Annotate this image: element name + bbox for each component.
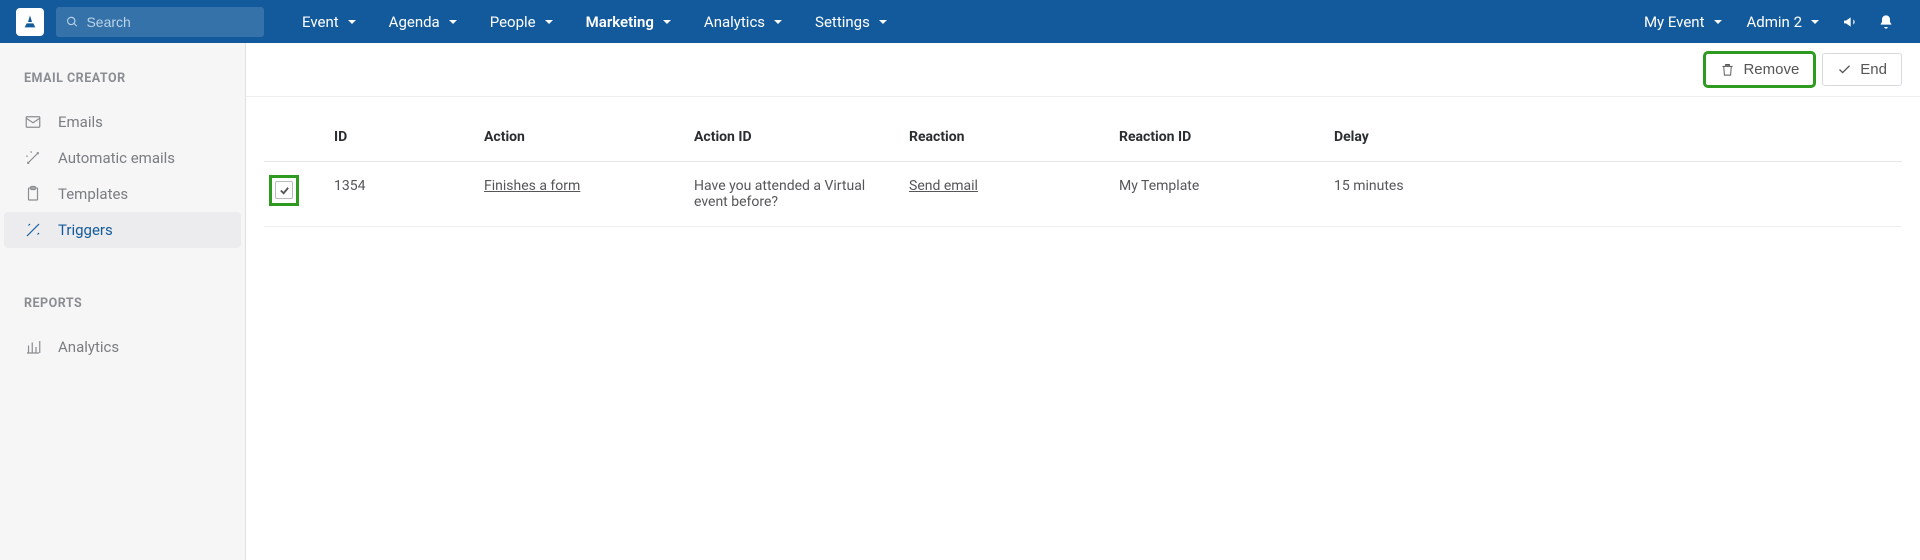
col-delay: Delay — [1324, 117, 1902, 162]
sidebar-item-templates[interactable]: Templates — [0, 176, 245, 212]
envelope-icon — [24, 113, 42, 131]
sidebar-item-emails[interactable]: Emails — [0, 104, 245, 140]
event-selector-label: My Event — [1644, 13, 1705, 31]
top-bar: Event Agenda People Marketing Analytics … — [0, 0, 1920, 43]
app-logo-icon — [22, 14, 38, 30]
nav-label: Analytics — [704, 13, 765, 31]
check-icon — [279, 185, 290, 196]
nav-settings[interactable]: Settings — [799, 0, 904, 43]
nav-marketing[interactable]: Marketing — [570, 0, 688, 43]
end-button[interactable]: End — [1822, 53, 1902, 86]
app-logo[interactable] — [16, 8, 44, 36]
chart-icon — [24, 338, 42, 356]
chevron-down-icon — [347, 13, 357, 31]
main-nav: Event Agenda People Marketing Analytics … — [286, 0, 904, 43]
button-label: Remove — [1743, 61, 1799, 78]
col-checkbox — [264, 117, 324, 162]
cell-action-link[interactable]: Finishes a form — [484, 178, 580, 194]
announcements-button[interactable] — [1832, 0, 1868, 43]
row-checkbox-highlight — [272, 178, 296, 203]
sidebar-section-title: REPORTS — [0, 296, 245, 329]
nav-label: Agenda — [389, 13, 440, 31]
search-icon — [66, 15, 78, 29]
nav-label: People — [490, 13, 536, 31]
col-reaction: Reaction — [899, 117, 1109, 162]
event-selector[interactable]: My Event — [1632, 0, 1735, 43]
nav-label: Settings — [815, 13, 870, 31]
layout: EMAIL CREATOR Emails Automatic emails Te… — [0, 43, 1920, 560]
col-reaction-id: Reaction ID — [1109, 117, 1324, 162]
action-bar: Remove End — [246, 43, 1920, 97]
cell-delay: 15 minutes — [1324, 162, 1902, 227]
cell-action-id: Have you attended a Virtual event before… — [684, 162, 899, 227]
sidebar-item-analytics[interactable]: Analytics — [0, 329, 245, 365]
chevron-down-icon — [773, 13, 783, 31]
chevron-down-icon — [662, 13, 672, 31]
nav-right: My Event Admin 2 — [1632, 0, 1904, 43]
chevron-down-icon — [544, 13, 554, 31]
magic-wand-icon — [24, 149, 42, 167]
nav-agenda[interactable]: Agenda — [373, 0, 474, 43]
cell-reaction-id: My Template — [1109, 162, 1324, 227]
table-header-row: ID Action Action ID Reaction Reaction ID… — [264, 117, 1902, 162]
row-checkbox[interactable] — [275, 181, 293, 199]
notifications-button[interactable] — [1868, 0, 1904, 43]
nav-analytics[interactable]: Analytics — [688, 0, 799, 43]
cell-id: 1354 — [324, 162, 474, 227]
col-action-id: Action ID — [684, 117, 899, 162]
sidebar-item-label: Triggers — [58, 221, 113, 239]
sidebar-item-automatic-emails[interactable]: Automatic emails — [0, 140, 245, 176]
cell-reaction-link[interactable]: Send email — [909, 178, 978, 194]
remove-button[interactable]: Remove — [1705, 53, 1814, 86]
search-input[interactable] — [86, 14, 254, 30]
col-action: Action — [474, 117, 684, 162]
chevron-down-icon — [448, 13, 458, 31]
check-icon — [1837, 62, 1852, 77]
nav-label: Marketing — [586, 13, 654, 31]
nav-people[interactable]: People — [474, 0, 570, 43]
user-menu[interactable]: Admin 2 — [1735, 0, 1832, 43]
table-wrap: ID Action Action ID Reaction Reaction ID… — [246, 97, 1920, 247]
sidebar-item-label: Automatic emails — [58, 149, 175, 167]
sidebar-item-label: Templates — [58, 185, 128, 203]
triggers-table: ID Action Action ID Reaction Reaction ID… — [264, 117, 1902, 227]
chevron-down-icon — [878, 13, 888, 31]
sidebar-item-label: Analytics — [58, 338, 119, 356]
clipboard-icon — [24, 185, 42, 203]
trash-icon — [1720, 62, 1735, 77]
sidebar: EMAIL CREATOR Emails Automatic emails Te… — [0, 43, 246, 560]
table-row: 1354 Finishes a form Have you attended a… — [264, 162, 1902, 227]
nav-label: Event — [302, 13, 339, 31]
sidebar-item-label: Emails — [58, 113, 103, 131]
sidebar-section-title: EMAIL CREATOR — [0, 71, 245, 104]
wand-icon — [24, 221, 42, 239]
chevron-down-icon — [1713, 13, 1723, 31]
user-label: Admin 2 — [1747, 13, 1802, 31]
col-id: ID — [324, 117, 474, 162]
sidebar-item-triggers[interactable]: Triggers — [4, 212, 241, 248]
search-box[interactable] — [56, 7, 264, 37]
bullhorn-icon — [1842, 14, 1858, 30]
main-content: Remove End ID Action Action ID Reaction … — [246, 43, 1920, 560]
nav-event[interactable]: Event — [286, 0, 373, 43]
button-label: End — [1860, 61, 1887, 78]
chevron-down-icon — [1810, 13, 1820, 31]
bell-icon — [1878, 14, 1894, 30]
